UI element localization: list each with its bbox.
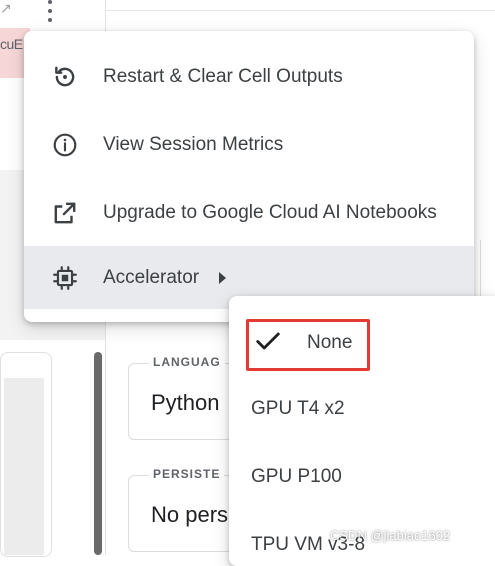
language-value: Python <box>151 390 220 415</box>
open-external-icon <box>50 198 80 228</box>
restart-icon <box>50 62 80 92</box>
menu-item-label: Accelerator <box>103 266 200 288</box>
menu-item-upgrade-ai-notebooks[interactable]: Upgrade to Google Cloud AI Notebooks <box>24 179 474 247</box>
accelerator-option-gpu-t4[interactable]: GPU T4 x2 <box>229 380 495 440</box>
menu-item-session-metrics[interactable]: View Session Metrics <box>24 111 474 179</box>
cut-off-text: cuΕ <box>0 36 23 52</box>
more-options-icon[interactable] <box>43 0 57 22</box>
accelerator-option-gpu-p100[interactable]: GPU P100 <box>229 448 495 508</box>
options-menu: Restart & Clear Cell Outputs View Sessio… <box>24 31 474 322</box>
menu-item-label: Restart & Clear Cell Outputs <box>103 66 343 87</box>
side-card-content <box>4 378 44 555</box>
scrollbar[interactable] <box>94 352 102 555</box>
language-label: LANGUAG <box>149 355 225 369</box>
persistence-label: PERSISTE <box>149 467 225 481</box>
annotation-highlight-box <box>246 319 370 371</box>
persistence-value: No pers <box>151 502 229 527</box>
menu-item-restart-clear[interactable]: Restart & Clear Cell Outputs <box>24 43 474 111</box>
accelerator-option-label: GPU T4 x2 <box>251 398 345 419</box>
partial-icon: ↗ <box>0 0 12 16</box>
chip-icon <box>50 263 80 293</box>
info-icon <box>50 130 80 160</box>
menu-item-label: Upgrade to Google Cloud AI Notebooks <box>103 202 437 223</box>
top-divider <box>105 10 495 11</box>
accelerator-option-label: GPU P100 <box>251 466 342 487</box>
submenu-arrow-icon <box>219 272 226 284</box>
watermark: CSDN @jiabiao1602 <box>330 528 451 543</box>
menu-item-label: View Session Metrics <box>103 134 284 155</box>
